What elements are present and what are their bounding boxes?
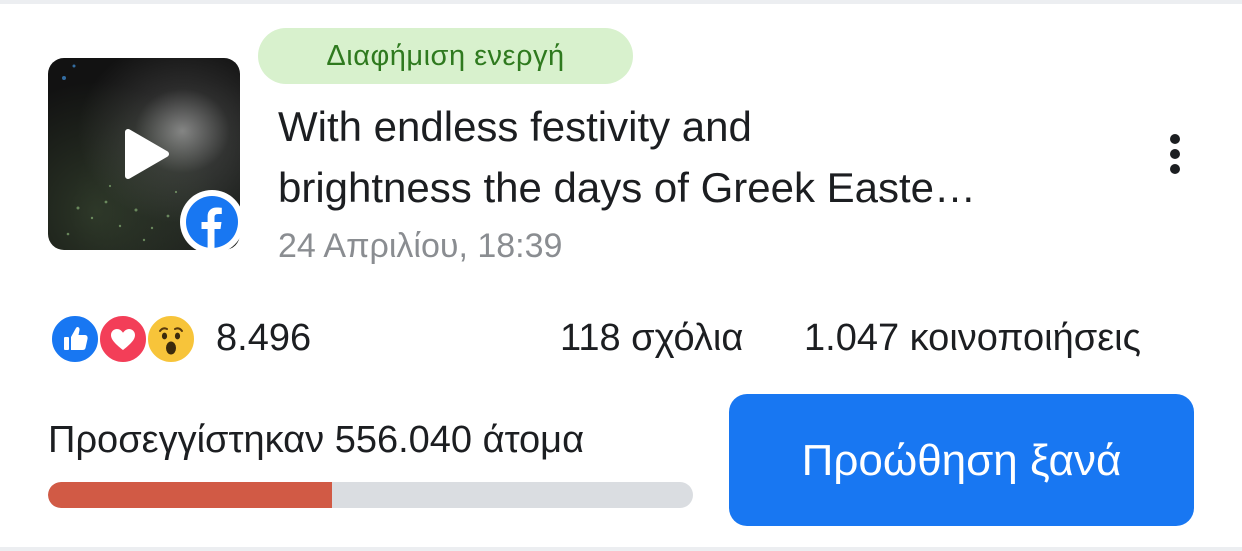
reach-progress-bar	[48, 482, 693, 508]
bottom-divider	[0, 547, 1242, 551]
status-badge: Διαφήμιση ενεργή	[258, 28, 633, 84]
reaction-icons[interactable]	[50, 314, 200, 364]
boost-again-button[interactable]: Προώθηση ξανά	[729, 394, 1194, 526]
love-icon	[98, 314, 148, 364]
top-divider	[0, 0, 1242, 4]
like-icon	[50, 314, 100, 364]
post-date: 24 Απριλίου, 18:39	[278, 227, 563, 265]
shares-count[interactable]: 1.047 κοινοποιήσεις	[804, 312, 1141, 364]
facebook-icon	[180, 190, 244, 254]
post-title-line-1: With endless festivity and	[278, 103, 752, 150]
wow-icon	[146, 314, 196, 364]
post-title-line-2: brightness the days of Greek Easte…	[278, 164, 977, 211]
reach-label: Προσεγγίστηκαν 556.040 άτομα	[48, 419, 585, 461]
reach-progress-fill	[48, 482, 332, 508]
post-title[interactable]: With endless festivity and brightness th…	[278, 96, 1098, 218]
more-vertical-icon[interactable]	[1152, 124, 1200, 184]
reaction-count[interactable]: 8.496	[216, 312, 311, 364]
comments-count[interactable]: 118 σχόλια	[560, 312, 743, 364]
